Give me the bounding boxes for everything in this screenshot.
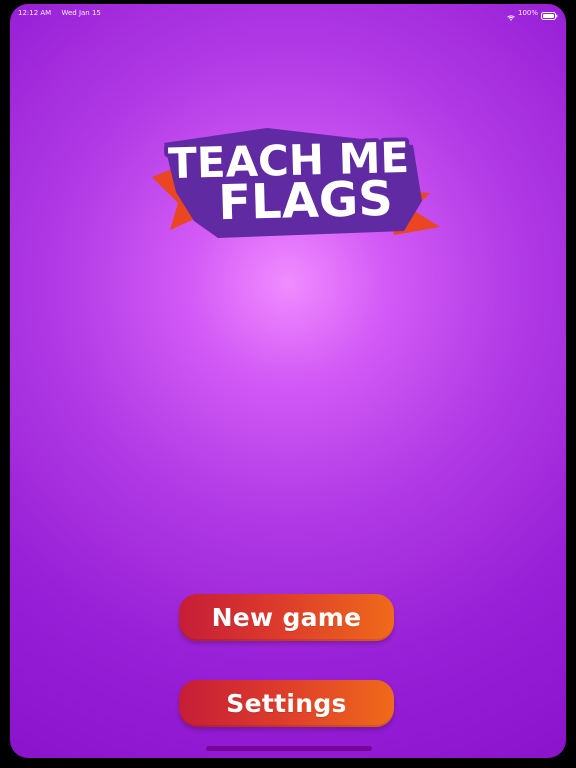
logo-line-2: FLAGS <box>218 171 394 232</box>
app-logo: TEACH ME FLAGS <box>152 128 440 238</box>
device-frame: 12:12 AM Wed Jan 15 100% TEACH ME FLAGS … <box>0 0 576 768</box>
status-right: 100% <box>507 4 558 22</box>
status-left: 12:12 AM Wed Jan 15 <box>18 4 101 22</box>
status-time: 12:12 AM <box>18 9 52 17</box>
status-bar: 12:12 AM Wed Jan 15 100% <box>10 4 566 22</box>
new-game-button[interactable]: New game <box>179 594 394 641</box>
status-date: Wed Jan 15 <box>61 9 101 17</box>
app-screen: 12:12 AM Wed Jan 15 100% TEACH ME FLAGS … <box>10 4 566 758</box>
home-indicator <box>206 746 372 751</box>
battery-icon <box>541 9 558 20</box>
battery-percentage: 100% <box>517 9 538 17</box>
settings-button[interactable]: Settings <box>179 680 394 727</box>
wifi-icon <box>507 10 515 21</box>
